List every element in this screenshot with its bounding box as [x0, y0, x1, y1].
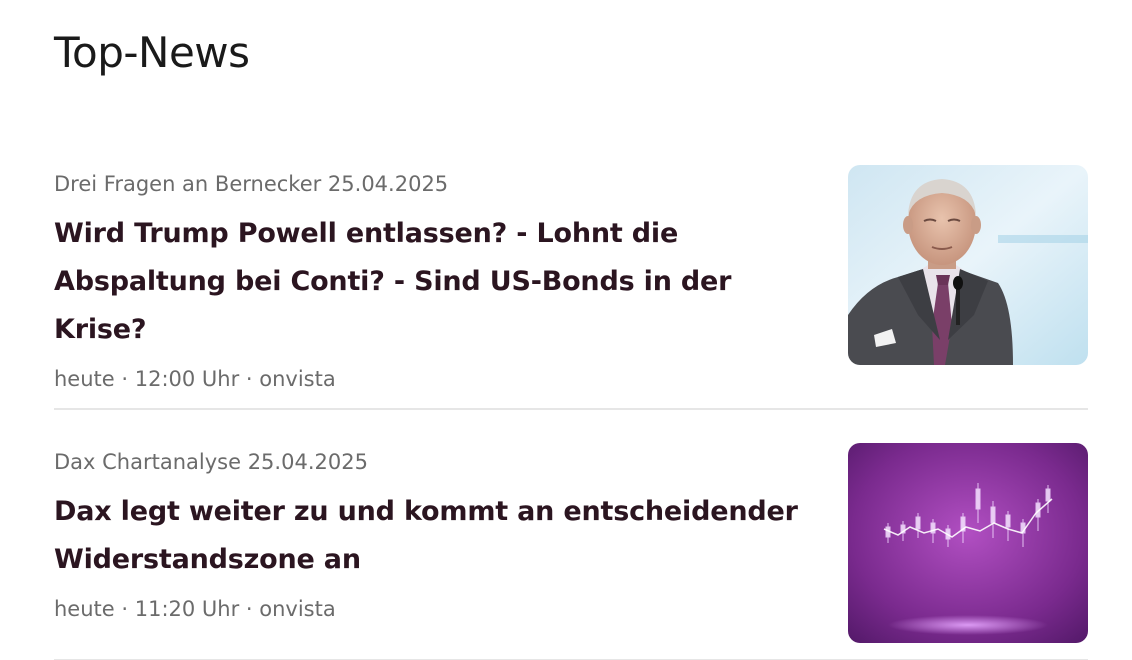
headline-line[interactable]: Abspaltung bei Conti? - Sind US-Bonds in… — [54, 258, 824, 306]
headline-line[interactable]: Wird Trump Powell entlassen? - Lohnt die — [54, 210, 824, 258]
article-kicker: Drei Fragen an Bernecker 25.04.2025 — [54, 172, 449, 196]
article-text: Dax Chartanalyse 25.04.2025 Dax legt wei… — [54, 443, 824, 659]
article-kicker: Dax Chartanalyse 25.04.2025 — [54, 450, 368, 474]
headline-line[interactable]: Widerstandszone an — [54, 536, 824, 584]
section-title: Top-News — [54, 28, 250, 77]
news-article[interactable]: Dax Chartanalyse 25.04.2025 Dax legt wei… — [54, 443, 1088, 660]
news-page: Top-News Drei Fragen an Bernecker 25.04.… — [0, 0, 1132, 660]
article-meta: heute · 12:00 Uhr · onvista — [54, 367, 336, 391]
article-meta: heute · 11:20 Uhr · onvista — [54, 597, 336, 621]
article-thumbnail[interactable] — [848, 443, 1088, 643]
candlestick-chart-photo-icon — [848, 443, 1088, 643]
headline-line[interactable]: Krise? — [54, 306, 824, 354]
article-headline[interactable]: Wird Trump Powell entlassen? - Lohnt die… — [54, 210, 824, 354]
article-text: Drei Fragen an Bernecker 25.04.2025 Wird… — [54, 165, 824, 408]
news-article[interactable]: Drei Fragen an Bernecker 25.04.2025 Wird… — [54, 165, 1088, 410]
article-thumbnail[interactable] — [848, 165, 1088, 365]
article-headline[interactable]: Dax legt weiter zu und kommt an entschei… — [54, 488, 824, 584]
portrait-photo-icon — [848, 165, 1088, 365]
headline-line[interactable]: Dax legt weiter zu und kommt an entschei… — [54, 488, 824, 536]
